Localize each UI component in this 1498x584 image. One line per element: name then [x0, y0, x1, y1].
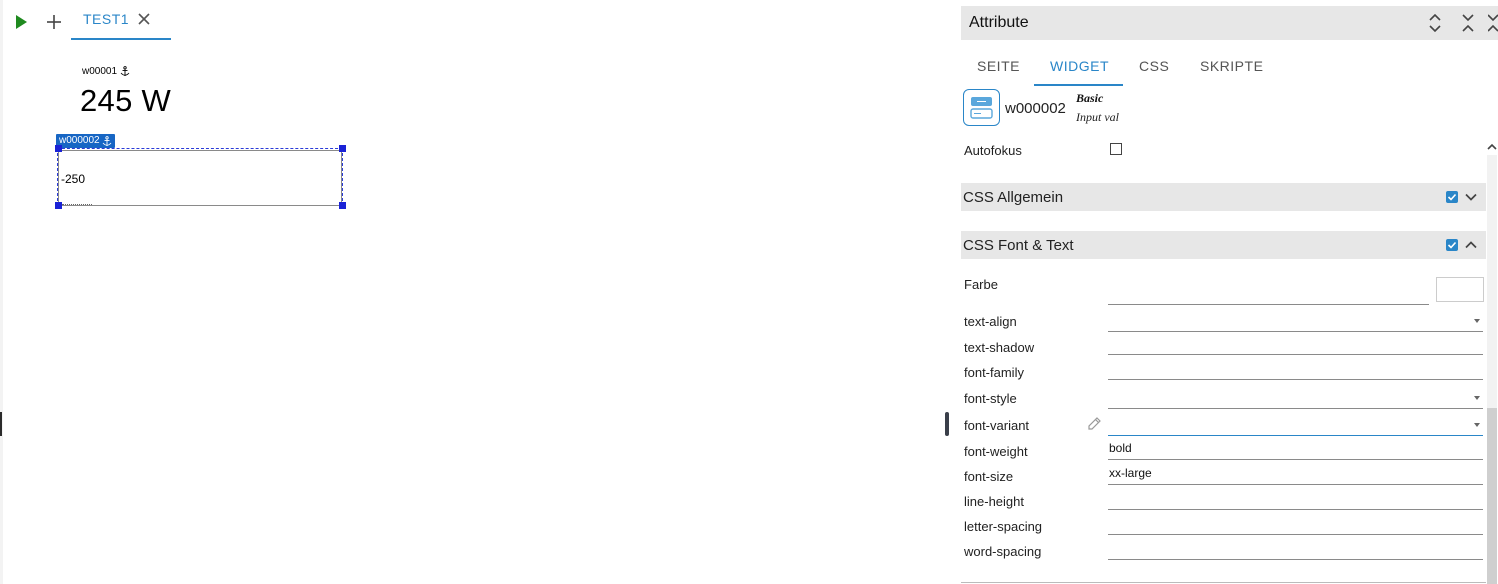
- tab-label: TEST1: [83, 11, 130, 27]
- expand-vertical-icon[interactable]: [1427, 14, 1443, 32]
- editor-canvas[interactable]: TEST1 w00001 245 W w000002 -250: [0, 0, 945, 584]
- play-icon[interactable]: [13, 14, 29, 30]
- tab-underline: [71, 38, 171, 40]
- font-size-input[interactable]: xx-large: [1108, 463, 1483, 485]
- chevron-down-icon[interactable]: [1464, 190, 1478, 204]
- tab-widget[interactable]: WIDGET: [1050, 58, 1109, 74]
- line-height-input[interactable]: [1108, 488, 1483, 510]
- widget1-id: w00001: [82, 66, 118, 77]
- prop-label-text-shadow: text-shadow: [964, 340, 1035, 355]
- section-enabled-checkbox[interactable]: [1446, 191, 1458, 203]
- resize-handle-bottom-left[interactable]: [55, 202, 62, 209]
- scroll-up-icon[interactable]: [1487, 142, 1497, 152]
- resize-handle-top-left[interactable]: [55, 145, 62, 152]
- letter-spacing-input[interactable]: [1108, 513, 1483, 535]
- section-css-font-text[interactable]: CSS Font & Text: [961, 231, 1486, 259]
- attribute-title: Attribute: [969, 14, 1029, 31]
- resize-handle-bottom-right[interactable]: [339, 202, 346, 209]
- input-widget-icon: [963, 89, 1000, 126]
- dropdown-arrow-icon: [1474, 396, 1480, 400]
- widget2-id: w000002: [59, 135, 100, 146]
- left-edge: [0, 0, 3, 584]
- prop-label-letter-spacing: letter-spacing: [964, 519, 1043, 534]
- tab-seite[interactable]: SEITE: [977, 58, 1020, 74]
- font-variant-select[interactable]: [1108, 414, 1483, 436]
- prop-label-word-spacing: word-spacing: [964, 544, 1042, 559]
- prop-label-font-weight: font-weight: [964, 444, 1028, 459]
- widget1-caption[interactable]: w00001: [82, 66, 130, 77]
- active-tab-underline: [1034, 84, 1123, 86]
- widget-id: w000002: [1005, 100, 1066, 117]
- prop-label-text-align: text-align: [964, 314, 1017, 329]
- scrollbar-thumb[interactable]: [1487, 408, 1497, 584]
- font-weight-input[interactable]: bold: [1108, 438, 1483, 460]
- tab-css[interactable]: CSS: [1139, 58, 1169, 74]
- anchor-icon: [102, 135, 111, 146]
- font-style-select[interactable]: [1108, 387, 1483, 409]
- widget-type: Input val: [1076, 110, 1119, 124]
- text-align-select[interactable]: [1108, 310, 1483, 332]
- color-swatch[interactable]: [1436, 277, 1484, 302]
- prop-label-line-height: line-height: [964, 494, 1024, 509]
- section-enabled-checkbox[interactable]: [1446, 239, 1458, 251]
- attribute-panel: Attribute SEITE WIDGET CSS SKRIPTE w0000…: [949, 0, 1498, 584]
- farbe-input[interactable]: [1108, 283, 1429, 305]
- prop-label-farbe: Farbe: [964, 277, 998, 292]
- resize-handle-top-right[interactable]: [339, 145, 346, 152]
- prop-label-font-variant: font-variant: [964, 418, 1030, 433]
- widget2-underline: [62, 204, 92, 205]
- eyedropper-icon[interactable]: [1086, 416, 1102, 432]
- autofokus-label: Autofokus: [964, 143, 1022, 158]
- dropdown-arrow-icon: [1474, 319, 1480, 323]
- widget2-tag[interactable]: w000002: [56, 134, 115, 148]
- left-resize-handle[interactable]: [0, 412, 2, 436]
- plus-icon[interactable]: [45, 13, 63, 31]
- widget-set: Basic: [1076, 91, 1104, 105]
- tab-skripte[interactable]: SKRIPTE: [1200, 58, 1263, 74]
- word-spacing-input[interactable]: [1108, 538, 1483, 560]
- close-icon[interactable]: [137, 12, 151, 26]
- chevron-up-icon[interactable]: [1464, 238, 1478, 252]
- section-title: CSS Font & Text: [963, 237, 1074, 254]
- widget1-value[interactable]: 245 W: [80, 83, 171, 119]
- section-css-allgemein[interactable]: CSS Allgemein: [961, 183, 1486, 211]
- attribute-header: Attribute: [961, 6, 1498, 40]
- collapse-close-icon[interactable]: [1488, 14, 1498, 32]
- prop-label-font-size: font-size: [964, 469, 1014, 484]
- prop-label-font-family: font-family: [964, 365, 1024, 380]
- tab-test1[interactable]: TEST1: [71, 4, 171, 40]
- widget2-box[interactable]: [58, 150, 342, 206]
- font-family-input[interactable]: [1108, 358, 1483, 380]
- autofokus-checkbox[interactable]: [1110, 143, 1122, 155]
- widget2-input[interactable]: -250: [61, 172, 85, 186]
- text-shadow-input[interactable]: [1108, 333, 1483, 355]
- prop-label-font-style: font-style: [964, 391, 1017, 406]
- anchor-icon: [120, 66, 130, 76]
- collapse-vertical-icon[interactable]: [1460, 14, 1476, 32]
- dropdown-arrow-icon: [1474, 423, 1480, 427]
- section-bottom-divider: [961, 582, 1486, 583]
- section-title: CSS Allgemein: [963, 189, 1064, 206]
